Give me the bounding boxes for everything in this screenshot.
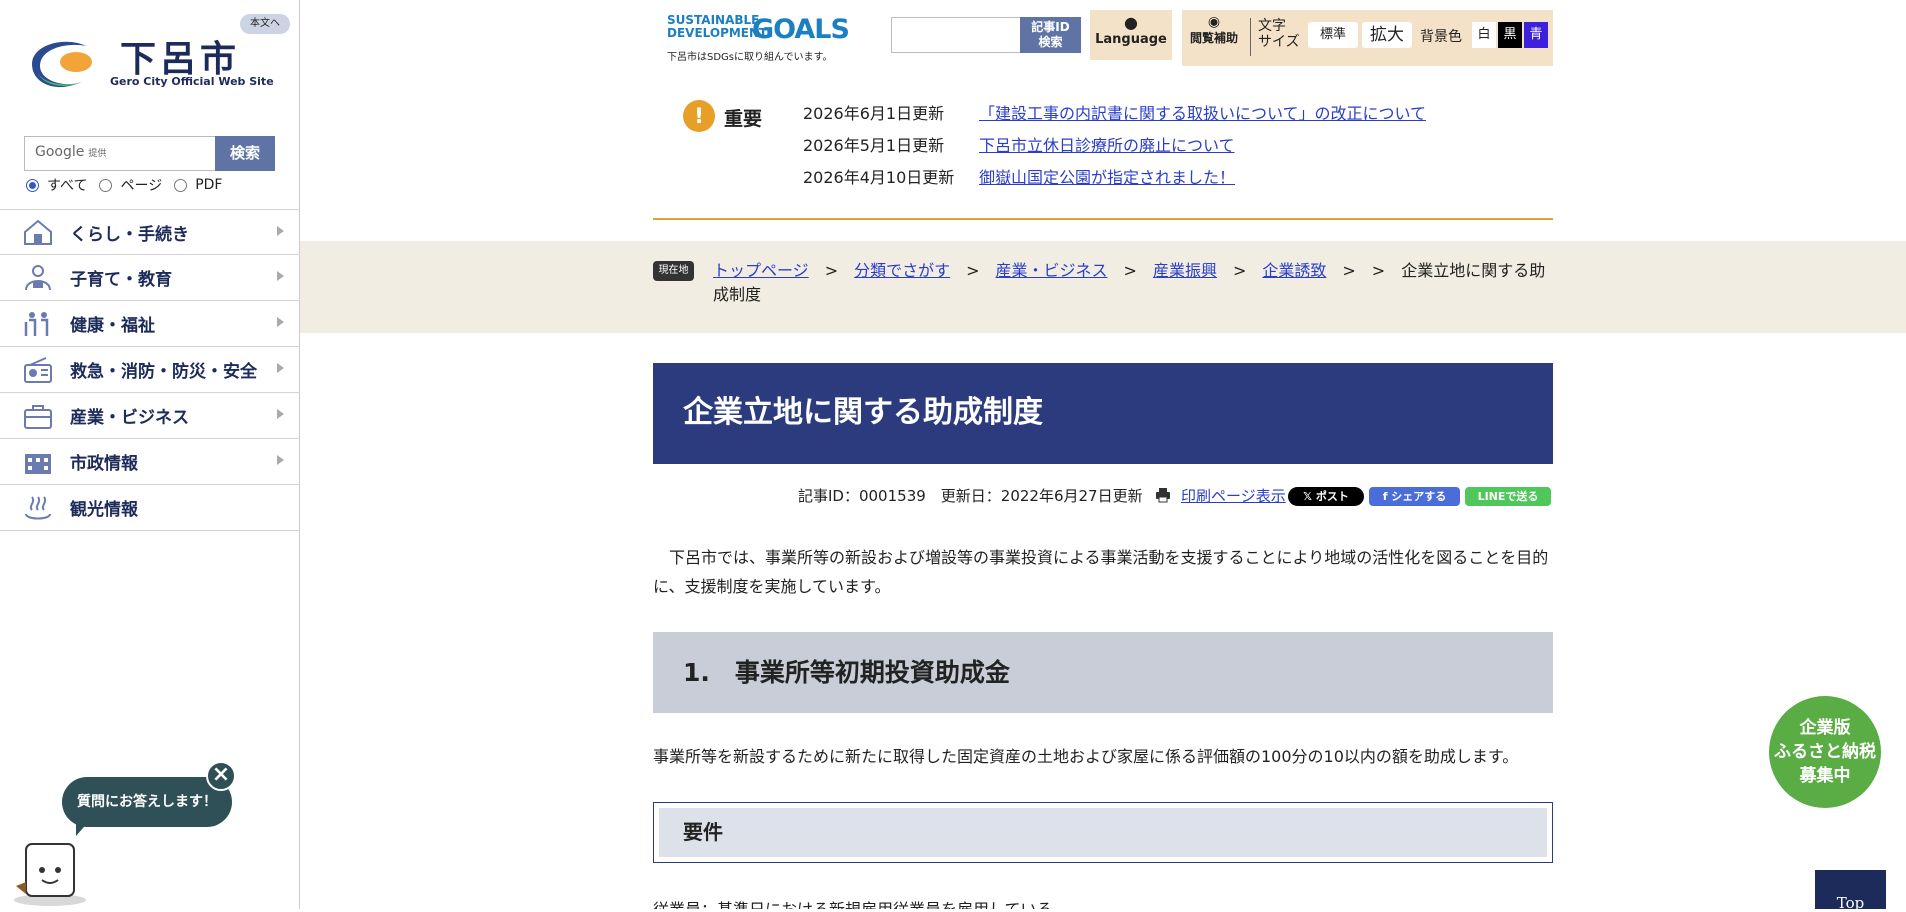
site-subtitle: Gero City Official Web Site	[110, 75, 274, 88]
bg-black-button[interactable]: 黒	[1498, 22, 1522, 48]
share-x-button[interactable]: 𝕏 ポスト	[1288, 487, 1364, 506]
close-icon[interactable]: ×	[206, 761, 236, 791]
chevron-right-icon	[277, 409, 284, 419]
search-scope-page[interactable]: ページ	[99, 175, 162, 195]
breadcrumb: 現在地 トップページ > 分類でさがす > 産業・ビジネス > 産業振興 > 企業誘致 > > 企業立…	[300, 241, 1906, 333]
parent-child-icon	[20, 263, 56, 293]
breadcrumb-link[interactable]: 企業誘致	[1262, 261, 1326, 280]
google-label: Google 提供	[35, 144, 107, 160]
subsection-heading: 要件	[653, 802, 1553, 863]
requirement-paragraph: 従業員：基準日における新規雇用従業員を雇用している	[653, 896, 1053, 909]
language-button[interactable]: ● Language	[1090, 10, 1172, 60]
site-search-button[interactable]: 検索	[215, 136, 275, 171]
accessibility-toolbar: ◉ 閲覧補助 文字 サイズ 標準 拡大 背景色 白 黒 青	[1182, 10, 1553, 66]
nav-item-living[interactable]: くらし・手続き	[0, 209, 300, 255]
article-meta: 記事ID：0001539 更新日：2022年6月27日更新 印刷ページ表示 𝕏 …	[653, 485, 1553, 507]
chatbot-mascot-icon[interactable]	[12, 838, 88, 906]
notice-item: 2026年6月1日更新 「建設工事の内訳書に関する取扱いについて」の改正について	[803, 104, 1427, 123]
print-page-link[interactable]: 印刷ページ表示	[1181, 485, 1286, 506]
nav-item-city-info[interactable]: 市政情報	[0, 439, 300, 485]
notice-link[interactable]: 御嶽山国定公園が指定されました！	[979, 168, 1235, 187]
font-size-large-button[interactable]: 拡大	[1362, 22, 1412, 48]
sdgs-logo[interactable]: SUSTAINABLE DEVELOPMENT GOALS 下呂市はSDGsに取…	[667, 14, 857, 64]
notice-item: 2026年5月1日更新 下呂市立休日診療所の廃止について	[803, 136, 1235, 155]
back-to-top-button[interactable]: Top	[1815, 870, 1886, 912]
notice-link[interactable]: 「建設工事の内訳書に関する取扱いについて」の改正について	[979, 104, 1426, 123]
globe-icon: ●	[1124, 13, 1138, 32]
section-paragraph: 事業所等を新設するために新たに取得した固定資産の土地および家屋に係る評価額の10…	[653, 747, 1519, 766]
article-id-search-button[interactable]: 記事ID 検索	[1020, 17, 1081, 53]
nav-item-health[interactable]: 健康・福祉	[0, 301, 300, 347]
skip-to-content-button[interactable]: 本文へ	[240, 14, 290, 34]
radio-icon[interactable]	[99, 178, 113, 192]
radio-icon	[20, 355, 56, 385]
nav-item-emergency[interactable]: 救急・消防・防災・安全	[0, 347, 300, 393]
header: SUSTAINABLE DEVELOPMENT GOALS 下呂市はSDGsに取…	[653, 0, 1553, 70]
font-size-standard-button[interactable]: 標準	[1308, 22, 1358, 48]
breadcrumb-link[interactable]: 産業振興	[1153, 261, 1217, 280]
chevron-right-icon	[277, 317, 284, 327]
chevron-right-icon	[277, 363, 284, 373]
important-notices: ! 重要 2026年6月1日更新 「建設工事の内訳書に関する取扱いについて」の改正…	[653, 88, 1553, 220]
city-logo-icon[interactable]	[26, 34, 98, 90]
chevron-right-icon	[277, 455, 284, 465]
share-facebook-button[interactable]: f シェアする	[1369, 487, 1460, 506]
eye-icon: ◉	[1207, 14, 1221, 30]
hot-spring-icon	[20, 493, 56, 523]
elderly-people-icon	[20, 309, 56, 339]
main-content: 企業立地に関する助成制度 記事ID：0001539 更新日：2022年6月27日…	[653, 363, 1553, 909]
house-icon	[20, 217, 56, 247]
nav-item-tourism[interactable]: 観光情報	[0, 485, 300, 531]
important-label: 重要	[724, 108, 763, 130]
chevron-right-icon	[277, 226, 284, 236]
notice-item: 2026年4月10日更新 御嶽山国定公園が指定されました！	[803, 168, 1236, 187]
bg-blue-button[interactable]: 青	[1524, 22, 1548, 48]
notice-link[interactable]: 下呂市立休日診療所の廃止について	[979, 136, 1235, 155]
reading-assist-button[interactable]: ◉ 閲覧補助	[1182, 14, 1246, 46]
search-scope-pdf[interactable]: PDF	[174, 175, 222, 195]
printer-icon	[1156, 488, 1170, 503]
furusato-tax-banner[interactable]: 企業版 ふるさと納税 募集中	[1769, 696, 1881, 808]
radio-icon[interactable]	[174, 178, 188, 192]
font-size-label: 文字 サイズ	[1258, 18, 1300, 50]
share-line-button[interactable]: LINEで送る	[1465, 487, 1551, 506]
radio-selected-icon[interactable]	[26, 178, 39, 192]
sidebar: 下呂市 Gero City Official Web Site 本文へ Goog…	[0, 0, 300, 909]
chevron-right-icon	[277, 271, 284, 281]
nav-item-industry[interactable]: 産業・ビジネス	[0, 393, 300, 439]
city-building-icon	[20, 447, 56, 477]
search-scope-options: すべて ページ PDF	[26, 175, 234, 195]
current-location-badge: 現在地	[653, 261, 694, 281]
article-id-date: 記事ID：0001539 更新日：2022年6月27日更新	[798, 487, 1143, 505]
breadcrumb-link[interactable]: 分類でさがす	[854, 261, 950, 280]
breadcrumb-trail: トップページ > 分類でさがす > 産業・ビジネス > 産業振興 > 企業誘致 > > 企業立地に関す…	[713, 261, 1546, 304]
article-id-input[interactable]	[891, 17, 1021, 53]
page-title: 企業立地に関する助成制度	[653, 363, 1553, 464]
bg-white-button[interactable]: 白	[1472, 22, 1496, 48]
chat-bubble-tail	[76, 820, 90, 836]
breadcrumb-link[interactable]: トップページ	[713, 261, 809, 280]
exclamation-icon: !	[683, 100, 715, 132]
search-scope-all[interactable]: すべて	[26, 175, 87, 195]
divider	[1250, 18, 1251, 56]
nav-item-childcare[interactable]: 子育て・教育	[0, 255, 300, 301]
site-search-input[interactable]: Google 提供	[24, 136, 216, 171]
section-heading: 1. 事業所等初期投資助成金	[653, 632, 1553, 713]
breadcrumb-link[interactable]: 産業・ビジネス	[996, 261, 1108, 280]
briefcase-icon	[20, 401, 56, 431]
main-nav: くらし・手続き 子育て・教育 健康・福祉 救急・消防・防災・安全 産業・ビジネス…	[0, 209, 300, 531]
background-color-label: 背景色	[1420, 29, 1462, 45]
intro-paragraph: 下呂市では、事業所等の新設および増設等の事業投資による事業活動を支援することによ…	[653, 548, 1549, 596]
